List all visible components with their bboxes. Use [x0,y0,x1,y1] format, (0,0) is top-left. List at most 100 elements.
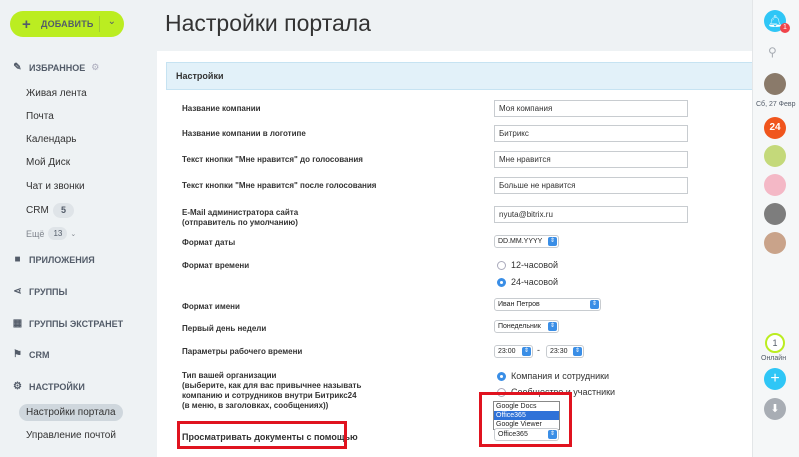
chevron-updown-icon: ⇕ [522,347,531,356]
add-button-label: ДОБАВИТЬ [41,19,94,29]
chevron-updown-icon: ⇕ [590,300,599,309]
org-company-label: Компания и сотрудники [511,371,610,381]
time-12-radio[interactable]: 12-часовой [497,260,558,270]
name-format-value: Иван Петров [498,301,540,308]
date-format-label: Формат даты [182,238,236,247]
sidebar-section-settings[interactable]: ⚙ НАСТРОЙКИ [12,381,85,392]
email-input[interactable]: nyuta@bitrix.ru [494,206,688,223]
first-day-label: Первый день недели [182,324,267,333]
avatar[interactable] [764,174,786,196]
sidebar-item-disk[interactable]: Мой Диск [26,157,70,168]
avatar[interactable] [764,73,786,95]
plus-icon: + [22,15,31,33]
date-format-value: DD.MM.YYYY [498,238,543,245]
pin-icon: ✎ [13,62,22,73]
chevron-down-icon: ⌄ [70,230,77,238]
page-title: Настройки портала [165,10,371,36]
chevron-updown-icon: ⇕ [548,237,557,246]
work-end-select[interactable]: 23:30 ⇕ [546,345,584,358]
company-name-input[interactable]: Моя компания [494,100,688,117]
download-icon[interactable]: ⬇ [764,398,786,420]
first-day-value: Понедельник [498,323,541,330]
sidebar-section-groups[interactable]: ⋖ ГРУППЫ [12,286,67,297]
gear-icon[interactable]: ⚙ [91,62,99,73]
chevron-updown-icon: ⇕ [573,347,582,356]
avatar[interactable] [764,145,786,167]
avatar[interactable] [764,203,786,225]
logo-name-input[interactable]: Битрикс [494,125,688,142]
sidebar-item-crm[interactable]: CRM [26,205,49,216]
settings-card: Настройки Название компании Моя компания… [157,51,767,457]
more-label: Ещё [26,228,45,239]
right-sidebar: 🔔︎ 1 ⚲ Сб, 27 Февр 24 1 Онлайн + ⬇ [752,0,799,457]
crm-count-badge: 5 [53,203,74,218]
notification-badge: 1 [780,23,790,33]
org-company-radio[interactable]: Компания и сотрудники [497,371,609,381]
time-12-label: 12-часовой [511,260,559,270]
section-label: CRM [29,349,50,360]
online-counter[interactable]: 1 [765,333,785,353]
bitrix24-icon[interactable]: 24 [764,117,786,139]
sidebar-section-crm[interactable]: ⚑ CRM [12,349,50,360]
email-label-line-2: (отправитель по умолчанию) [182,218,298,227]
sidebar-section-favorites[interactable]: ✎ ИЗБРАННОЕ ⚙ [12,62,99,73]
org-type-line-4: (в меню, в заголовках, сообщениях)) [182,401,329,410]
radio-icon [497,260,506,270]
card-header: Настройки [166,62,758,90]
name-format-label: Формат имени [182,302,240,311]
chevron-down-icon[interactable]: ⌄ [108,16,116,27]
more-count-badge: 13 [48,227,68,240]
gear-icon: ⚙ [13,381,22,392]
like-before-input[interactable]: Мне нравится [494,151,688,168]
first-day-select[interactable]: Понедельник ⇕ [494,320,559,333]
section-label: ГРУППЫ [29,286,68,297]
highlight-box-label [177,421,347,449]
sidebar-item-mail[interactable]: Почта [26,111,54,122]
sidebar-section-extranet[interactable]: ▦ ГРУППЫ ЭКСТРАНЕТ [12,318,123,329]
sidebar-item-portal-settings[interactable]: Настройки портала [19,404,123,421]
email-label: E-Mail администратора сайта (отправитель… [182,208,298,228]
add-button[interactable]: + ДОБАВИТЬ ⌄ [10,11,124,37]
sidebar-item-mail-management[interactable]: Управление почтой [26,430,116,441]
chevron-updown-icon: ⇕ [548,322,557,331]
section-label: ГРУППЫ ЭКСТРАНЕТ [29,318,124,329]
radio-checked-icon [497,277,506,287]
sidebar-section-apps[interactable]: ■ ПРИЛОЖЕНИЯ [12,254,95,265]
email-label-line-1: E-Mail администратора сайта [182,208,299,217]
time-24-radio[interactable]: 24-часовой [497,277,558,287]
sidebar-item-chat[interactable]: Чат и звонки [26,181,85,192]
add-button-separator [99,16,100,32]
sidebar-item-calendar[interactable]: Календарь [26,134,76,145]
like-before-label: Текст кнопки "Мне нравится" до голосован… [182,155,363,164]
sidebar-item-feed[interactable]: Живая лента [26,88,87,99]
search-icon[interactable]: ⚲ [768,45,777,59]
work-hours-dash: - [537,345,540,355]
org-type-line-2: (выберите, как для вас привычнее называт… [182,381,362,390]
section-label: ИЗБРАННОЕ [29,62,86,73]
time-format-label: Формат времени [182,261,250,270]
avatar[interactable] [764,232,786,254]
name-format-select[interactable]: Иван Петров ⇕ [494,298,601,311]
grid-icon: ▦ [12,318,23,329]
section-label: НАСТРОЙКИ [29,381,85,392]
section-label: ПРИЛОЖЕНИЯ [29,254,95,265]
date-format-select[interactable]: DD.MM.YYYY ⇕ [494,235,559,248]
like-after-input[interactable]: Больше не нравится [494,177,688,194]
work-hours-label: Параметры рабочего времени [182,347,303,356]
time-24-label: 24-часовой [511,277,559,287]
highlight-box-select [479,392,572,447]
company-name-label: Название компании [182,104,261,113]
org-type-label: Тип вашей организации (выберите, как для… [182,371,361,411]
cube-icon: ■ [14,254,21,265]
share-icon: ⋖ [13,286,22,297]
left-sidebar: + ДОБАВИТЬ ⌄ ✎ ИЗБРАННОЕ ⚙ Живая лента П… [0,0,150,457]
radio-checked-icon [497,371,506,381]
logo-name-label: Название компании в логотипе [182,129,306,138]
sidebar-more[interactable]: Ещё 13 ⌄ [26,227,76,240]
like-after-label: Текст кнопки "Мне нравится" после голосо… [182,181,377,190]
work-start-select[interactable]: 23:00 ⇕ [494,345,533,358]
online-label: Онлайн [761,355,787,362]
org-type-line-3: компанию и сотрудников внутри Битрикс24 [182,391,357,400]
work-end-value: 23:30 [550,348,568,355]
plus-icon[interactable]: + [764,368,786,390]
